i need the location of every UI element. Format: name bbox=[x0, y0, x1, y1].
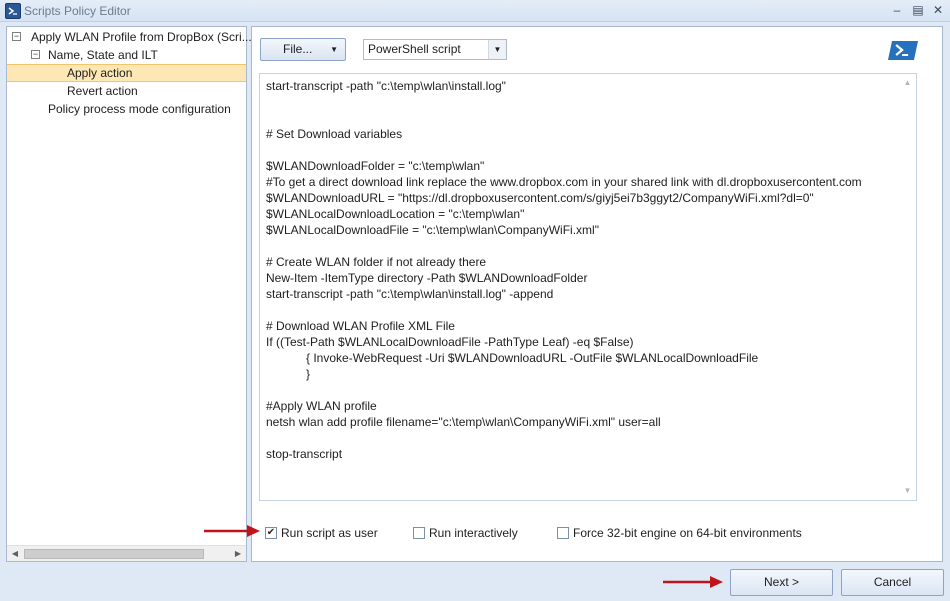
tree-item-label: Apply action bbox=[67, 66, 133, 80]
code-line: start-transcript -path "c:\temp\wlan\ins… bbox=[266, 79, 506, 93]
scripts-policy-editor-window: Scripts Policy Editor – ▤ ✕ − Apply WLAN… bbox=[0, 0, 950, 601]
code-line: $WLANDownloadURL = "https://dl.dropboxus… bbox=[266, 191, 814, 205]
run-interactively-checkbox[interactable] bbox=[413, 527, 425, 539]
code-line: #Apply WLAN profile bbox=[266, 399, 377, 413]
script-type-value: PowerShell script bbox=[368, 42, 461, 56]
tree-item-label: Revert action bbox=[67, 84, 138, 98]
file-menu-button[interactable]: File... ▼ bbox=[260, 38, 346, 61]
powershell-icon bbox=[887, 41, 919, 60]
collapse-icon[interactable]: − bbox=[12, 32, 21, 41]
force-32bit-checkbox[interactable] bbox=[557, 527, 569, 539]
next-button[interactable]: Next > bbox=[730, 569, 833, 596]
code-line: $WLANLocalDownloadFile = "c:\temp\wlan\C… bbox=[266, 223, 599, 237]
annotation-arrow-icon bbox=[204, 525, 260, 537]
code-line: { Invoke-WebRequest -Uri $WLANDownloadUR… bbox=[266, 351, 759, 365]
tree-item-policy-process-mode[interactable]: Policy process mode configuration bbox=[7, 100, 246, 118]
code-line: # Create WLAN folder if not already ther… bbox=[266, 255, 487, 269]
cancel-button[interactable]: Cancel bbox=[841, 569, 944, 596]
tree-item-label: Policy process mode configuration bbox=[48, 102, 231, 116]
code-line: # Download WLAN Profile XML File bbox=[266, 319, 455, 333]
code-line: # Set Download variables bbox=[266, 127, 403, 141]
scroll-down-icon[interactable]: ▼ bbox=[899, 484, 916, 498]
maximize-icon[interactable]: ▤ bbox=[909, 2, 927, 18]
force-32bit-label: Force 32-bit engine on 64-bit environmen… bbox=[573, 526, 802, 540]
chevron-down-icon[interactable]: ▼ bbox=[488, 40, 506, 59]
code-line: stop-transcript bbox=[266, 447, 343, 461]
run-as-user-checkbox[interactable]: ✔ bbox=[265, 527, 277, 539]
run-interactively-label: Run interactively bbox=[429, 526, 518, 540]
tree-horizontal-scrollbar[interactable]: ◀ ▶ bbox=[7, 545, 246, 561]
scroll-left-icon[interactable]: ◀ bbox=[7, 546, 23, 562]
tree-item-apply-action[interactable]: Apply action bbox=[7, 64, 246, 82]
close-icon[interactable]: ✕ bbox=[929, 2, 947, 18]
tree-item-revert-action[interactable]: Revert action bbox=[7, 82, 246, 100]
scrollbar-thumb[interactable] bbox=[24, 549, 204, 559]
collapse-icon[interactable]: − bbox=[31, 50, 40, 59]
editor-vertical-scrollbar[interactable]: ▲ ▼ bbox=[899, 74, 916, 500]
tree-item-label: Apply WLAN Profile from DropBox (Scri... bbox=[31, 30, 252, 44]
chevron-down-icon: ▼ bbox=[330, 45, 338, 54]
policy-tree-panel: − Apply WLAN Profile from DropBox (Scri.… bbox=[6, 26, 252, 562]
run-as-user-label: Run script as user bbox=[281, 526, 378, 540]
app-icon bbox=[5, 3, 21, 19]
file-button-label: File... bbox=[283, 42, 313, 56]
code-line: $WLANDownloadFolder = "c:\temp\wlan" bbox=[266, 159, 485, 173]
scroll-right-icon[interactable]: ▶ bbox=[230, 546, 246, 562]
code-line: If ((Test-Path $WLANLocalDownloadFile -P… bbox=[266, 335, 634, 349]
title-bar: Scripts Policy Editor – ▤ ✕ bbox=[0, 0, 950, 22]
tree-item-label: Name, State and ILT bbox=[48, 48, 158, 62]
tree-item-name-state-ilt[interactable]: − Name, State and ILT bbox=[7, 46, 246, 64]
script-editor-panel: File... ▼ PowerShell script ▼ start-tran… bbox=[251, 26, 943, 562]
window-title: Scripts Policy Editor bbox=[24, 4, 131, 18]
code-line: netsh wlan add profile filename="c:\temp… bbox=[266, 415, 661, 429]
annotation-arrow-icon bbox=[663, 576, 723, 588]
code-line: $WLANLocalDownloadLocation = "c:\temp\wl… bbox=[266, 207, 525, 221]
code-line: } bbox=[266, 367, 311, 381]
script-code-editor[interactable]: start-transcript -path "c:\temp\wlan\ins… bbox=[259, 73, 917, 501]
scroll-up-icon[interactable]: ▲ bbox=[899, 76, 916, 90]
code-line: #To get a direct download link replace t… bbox=[266, 175, 862, 189]
code-line: New-Item -ItemType directory -Path $WLAN… bbox=[266, 271, 588, 285]
minimize-icon[interactable]: – bbox=[888, 2, 906, 18]
script-type-select[interactable]: PowerShell script ▼ bbox=[363, 39, 507, 60]
tree-item-policy[interactable]: − Apply WLAN Profile from DropBox (Scri.… bbox=[7, 28, 252, 46]
code-line: start-transcript -path "c:\temp\wlan\ins… bbox=[266, 287, 554, 301]
